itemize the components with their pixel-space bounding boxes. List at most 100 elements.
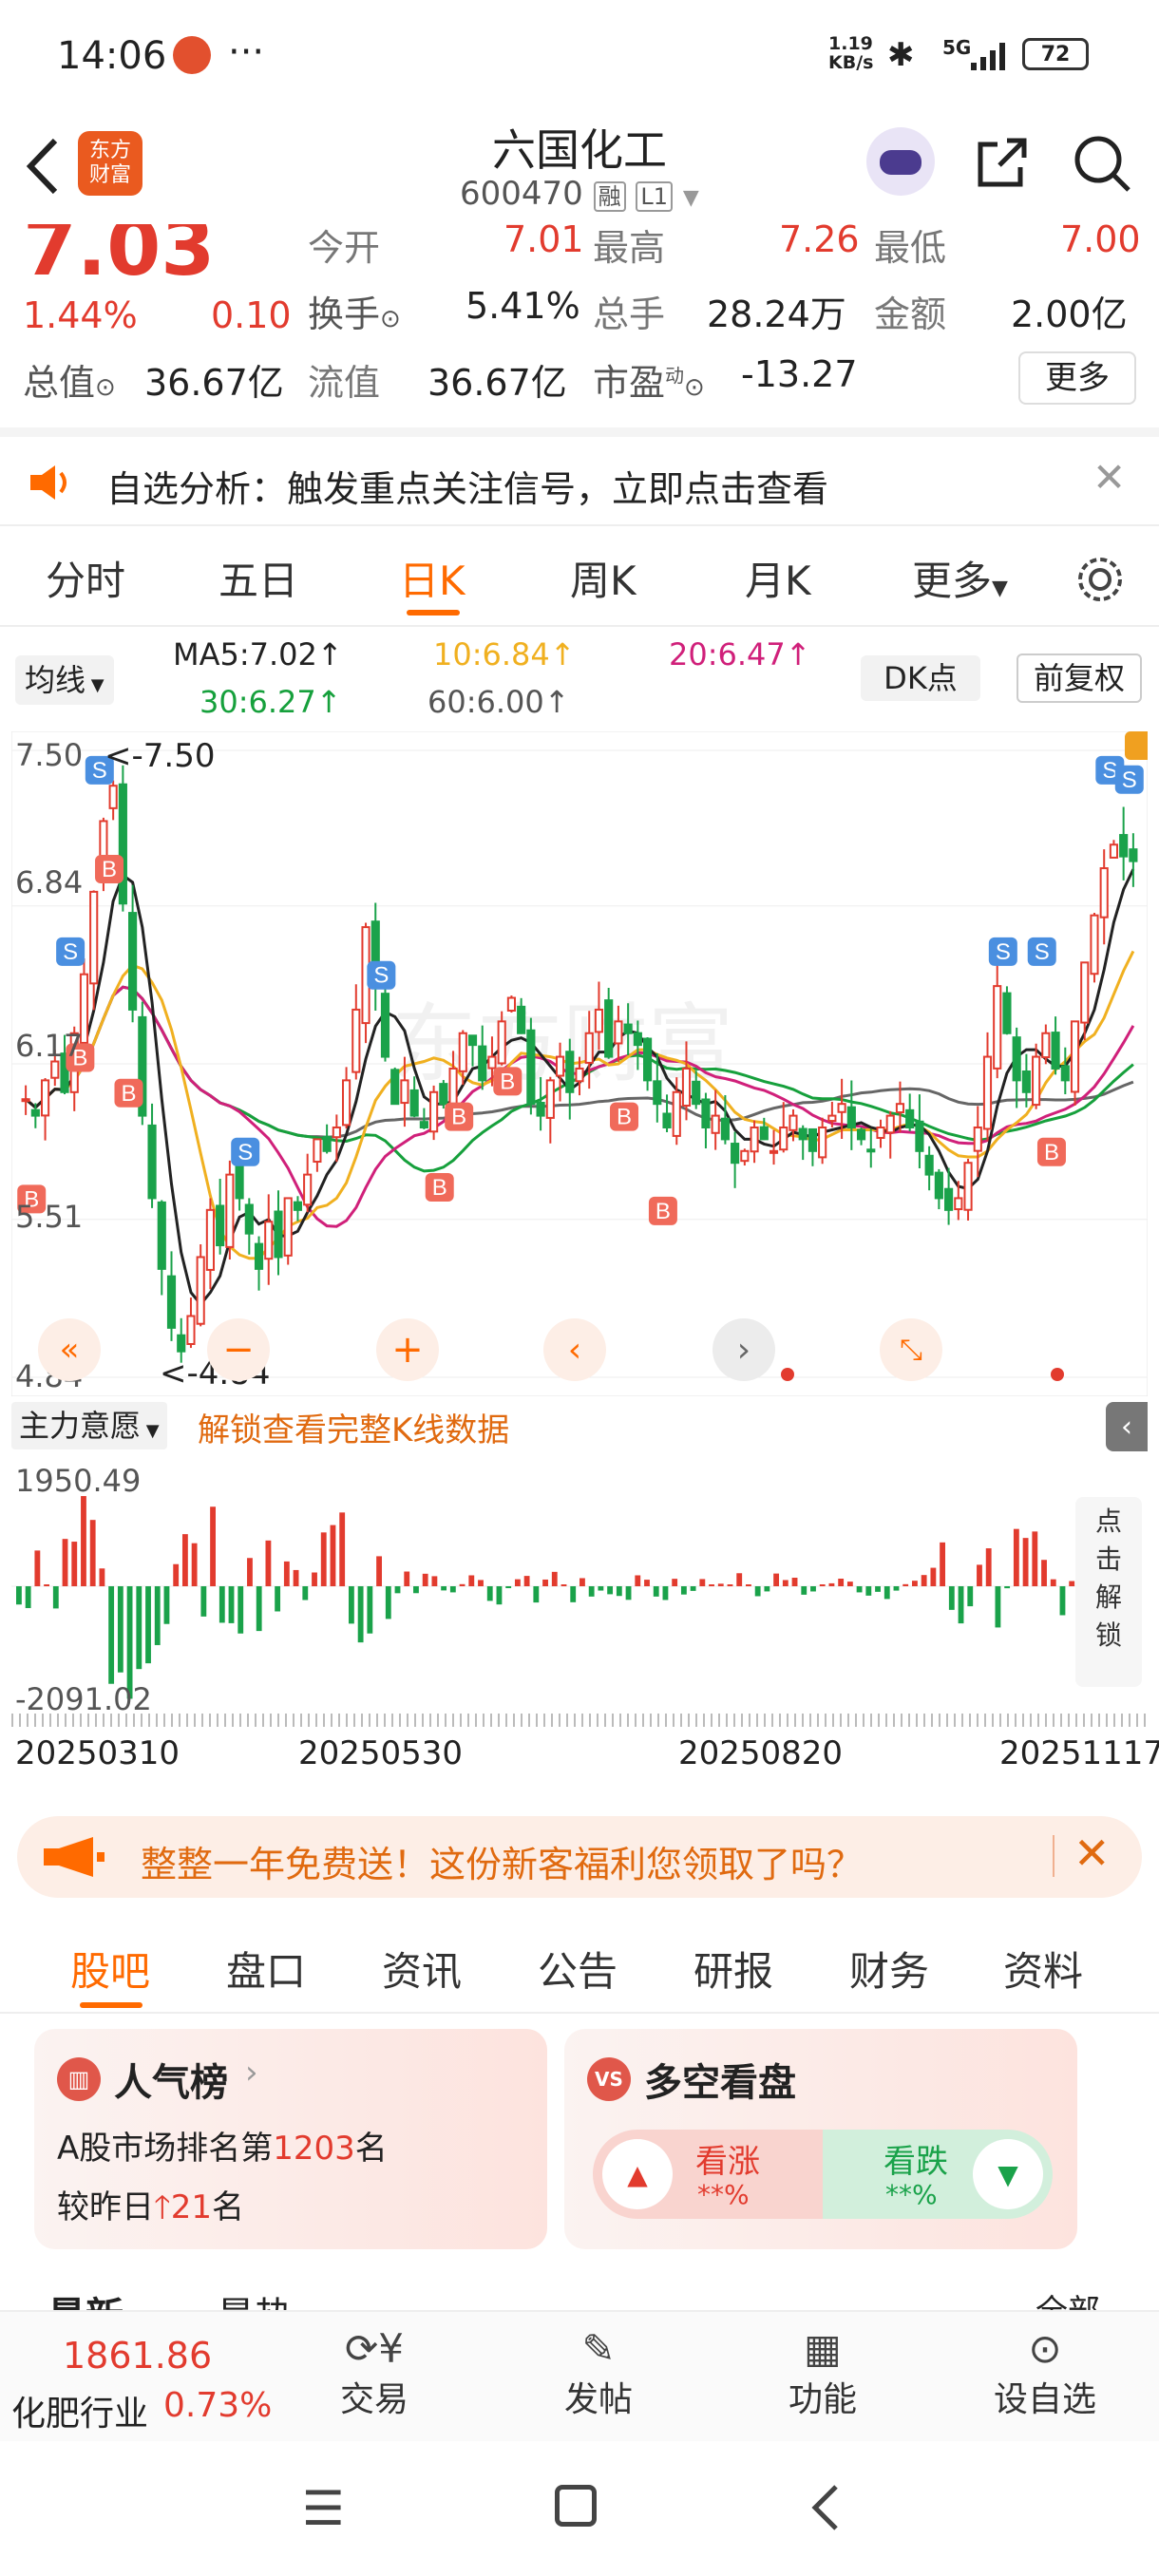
industry-index[interactable]: 1861.86 化肥行业 0.73% bbox=[0, 2312, 276, 2443]
candle-body bbox=[225, 1173, 235, 1248]
tab-news[interactable]: 资讯 bbox=[382, 1940, 462, 1998]
tab-weekly-k[interactable]: 周K bbox=[570, 549, 636, 607]
assistant-robot-icon[interactable] bbox=[866, 127, 935, 196]
scroll-left-icon[interactable]: ‹ bbox=[543, 1318, 606, 1381]
last-price: 7.03 bbox=[23, 224, 216, 294]
candle-body bbox=[731, 1143, 740, 1165]
back-nav-icon[interactable] bbox=[808, 2481, 846, 2534]
unlock-link[interactable]: 解锁查看完整K线数据 bbox=[198, 1404, 509, 1450]
tab-intraday[interactable]: 分时 bbox=[46, 549, 125, 607]
candle-body bbox=[506, 996, 516, 1012]
add-watchlist-button[interactable]: ⊙ 设自选 bbox=[950, 2325, 1140, 2421]
level1-badge: L1 bbox=[636, 181, 674, 212]
dk-point-button[interactable]: DK点 bbox=[861, 655, 980, 701]
tab-daily-k[interactable]: 日K bbox=[399, 549, 466, 607]
tab-monthly-k[interactable]: 月K bbox=[745, 549, 811, 607]
candle-body bbox=[1080, 961, 1090, 1024]
settings-gear-icon[interactable] bbox=[1074, 553, 1127, 606]
more-button[interactable]: 更多 bbox=[1018, 351, 1136, 405]
bull-bear-card[interactable]: VS 多空看盘 ▲ 看涨 **% 看跌 **% ▼ bbox=[564, 2029, 1077, 2249]
candle-body bbox=[905, 1108, 915, 1128]
collapse-panel-icon[interactable]: ‹ bbox=[1106, 1402, 1148, 1451]
candle-body bbox=[487, 1055, 497, 1070]
vote-down-button[interactable]: 看跌 **% ▼ bbox=[823, 2130, 1053, 2219]
indicator-bar bbox=[52, 1586, 59, 1609]
candle-body bbox=[1051, 1032, 1060, 1070]
rewind-icon[interactable]: « bbox=[38, 1318, 101, 1381]
unlock-side-button[interactable]: 点 击 解 锁 bbox=[1075, 1497, 1142, 1687]
mktcap-label[interactable]: 总值⊙ bbox=[23, 353, 116, 406]
kline-chart[interactable]: 东方财富 SSSSSSSSSBBBBBBBBBBT bbox=[11, 731, 1148, 1396]
candle-body bbox=[293, 1201, 303, 1211]
tab-research[interactable]: 研报 bbox=[694, 1940, 773, 1998]
bottom-toolbar: 1861.86 化肥行业 0.73% ⟳¥ 交易 ✎ 发帖 ▦ 功能 ⊙ 设自选 bbox=[0, 2310, 1159, 2441]
sell-signal-label: S bbox=[1122, 767, 1137, 793]
candle-body bbox=[147, 1124, 157, 1200]
tab-guba[interactable]: 股吧 bbox=[70, 1940, 150, 1998]
candle-body bbox=[876, 1126, 885, 1139]
indicator-bar bbox=[71, 1542, 78, 1586]
indicator-bar bbox=[680, 1586, 687, 1595]
indicator-bar bbox=[948, 1586, 955, 1610]
share-icon[interactable] bbox=[971, 131, 1034, 194]
candle-body bbox=[1060, 1065, 1070, 1082]
indicator-bar bbox=[1022, 1538, 1029, 1586]
fullscreen-icon[interactable]: ⤡ bbox=[880, 1318, 942, 1381]
pe-label[interactable]: 市盈动⊙ bbox=[593, 353, 705, 406]
open-label: 今开 bbox=[308, 227, 381, 269]
candle-body bbox=[672, 1090, 681, 1137]
candle-body bbox=[973, 1126, 982, 1152]
change-percent: 1.44% bbox=[23, 294, 138, 336]
tab-pankou[interactable]: 盘口 bbox=[226, 1940, 306, 1998]
candle-body bbox=[1090, 914, 1099, 975]
indicator-bar bbox=[560, 1584, 567, 1586]
indicator-bar bbox=[413, 1586, 419, 1594]
adjust-button[interactable]: 前复权 bbox=[1016, 653, 1142, 703]
promo-banner[interactable]: 整整一年免费送！这份新客福利您领取了吗？ ✕ bbox=[17, 1816, 1142, 1898]
close-icon[interactable]: ✕ bbox=[1092, 454, 1126, 501]
analysis-notice[interactable]: 自选分析：触发重点关注信号，立即点击查看 ✕ bbox=[0, 427, 1159, 526]
tab-announcements[interactable]: 公告 bbox=[538, 1940, 618, 1998]
scroll-right-icon[interactable]: › bbox=[712, 1318, 775, 1381]
home-nav-icon[interactable] bbox=[555, 2485, 597, 2527]
indicator-bar bbox=[967, 1586, 974, 1607]
battery-level: 72 bbox=[1040, 42, 1071, 66]
chevron-down-icon: ▼ bbox=[682, 186, 699, 210]
trade-button[interactable]: ⟳¥ 交易 bbox=[279, 2325, 469, 2421]
indicator-selector[interactable]: 主力意愿 ▼ bbox=[11, 1402, 167, 1449]
ma-selector[interactable]: 均线 ▼ bbox=[15, 655, 114, 705]
candle-body bbox=[885, 1114, 895, 1134]
tab-profile[interactable]: 资料 bbox=[1003, 1940, 1083, 1998]
status-time: 14:06 bbox=[57, 34, 167, 78]
popularity-card[interactable]: ▥ 人气榜 › A股市场排名第1203名 较昨日🡑21名 bbox=[34, 2029, 547, 2249]
indicator-bar bbox=[265, 1540, 272, 1586]
candle-body bbox=[205, 1208, 215, 1271]
candle-body bbox=[313, 1138, 322, 1164]
indicator-min: -2091.02 bbox=[15, 1681, 152, 1717]
trade-label: 交易 bbox=[339, 2380, 408, 2419]
zoom-in-icon[interactable]: + bbox=[376, 1318, 439, 1381]
watchlist-label: 设自选 bbox=[993, 2380, 1096, 2419]
turnover-label[interactable]: 换手⊙ bbox=[308, 285, 401, 337]
tab-five-day[interactable]: 五日 bbox=[218, 549, 298, 607]
indicator-bar bbox=[1069, 1581, 1075, 1586]
close-promo-icon[interactable]: ✕ bbox=[1074, 1828, 1111, 1879]
vote-down-label: 看跌 bbox=[884, 2143, 948, 2181]
candle-body bbox=[478, 1045, 487, 1082]
search-icon[interactable] bbox=[1070, 131, 1136, 198]
vote-up-button[interactable]: ▲ 看涨 **% bbox=[593, 2130, 823, 2219]
indicator-bar bbox=[690, 1586, 696, 1591]
zoom-out-icon[interactable]: − bbox=[207, 1318, 270, 1381]
tab-more[interactable]: 更多▼ bbox=[912, 549, 1008, 607]
candle-body bbox=[827, 1114, 837, 1123]
post-button[interactable]: ✎ 发帖 bbox=[504, 2325, 694, 2421]
indicator-bar bbox=[819, 1584, 826, 1586]
candle-body bbox=[439, 1083, 448, 1106]
function-button[interactable]: ▦ 功能 bbox=[728, 2325, 918, 2421]
stock-code-line[interactable]: 600470 融 L1 ▼ bbox=[460, 175, 699, 213]
candle-body bbox=[166, 1275, 177, 1329]
menu-nav-icon[interactable]: ☰ bbox=[302, 2481, 345, 2536]
indicator-bar bbox=[644, 1580, 650, 1586]
indicator-bar bbox=[865, 1586, 872, 1596]
tab-financials[interactable]: 财务 bbox=[849, 1940, 929, 1998]
